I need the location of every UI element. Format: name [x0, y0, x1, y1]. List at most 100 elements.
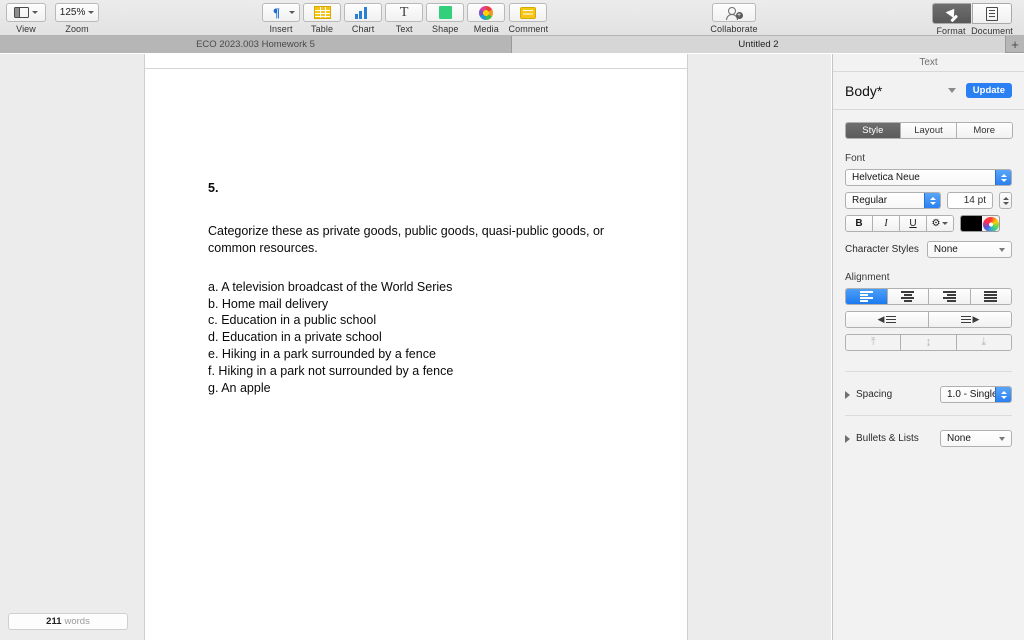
- font-family-value: Helvetica Neue: [852, 172, 920, 183]
- pilcrow-icon: ¶: [272, 5, 281, 20]
- paragraph-style-name[interactable]: Body*: [845, 83, 948, 99]
- document-page-icon: [973, 4, 1011, 23]
- media-label: Media: [473, 24, 499, 34]
- insert-button[interactable]: ¶ Insert: [262, 0, 300, 34]
- collaborate-label: Collaborate: [710, 24, 758, 34]
- font-section: Font Helvetica Neue Regular 14 pt B I U …: [833, 153, 1024, 258]
- list-item: f. Hiking in a park not surrounded by a …: [208, 364, 454, 378]
- tab-layout[interactable]: Layout: [900, 123, 956, 138]
- chevron-down-icon[interactable]: [947, 88, 956, 93]
- color-wheel-icon[interactable]: [982, 216, 999, 231]
- document-tab-bar: ECO 2023.003 Homework 5 Untitled 2 +: [0, 36, 1024, 53]
- chevron-down-icon: [32, 11, 38, 14]
- comment-label: Comment: [508, 24, 549, 34]
- update-style-button[interactable]: Update: [965, 83, 1012, 98]
- spacing-value: 1.0 - Single: [947, 389, 998, 400]
- chevron-down-icon: [999, 436, 1005, 441]
- question-number: 5.: [208, 181, 219, 195]
- tab-eco-homework[interactable]: ECO 2023.003 Homework 5: [0, 36, 512, 53]
- tab-label: ECO 2023.003 Homework 5: [196, 39, 315, 50]
- vertical-alignment-buttons: ⤒ ↨ ⤓: [845, 334, 1012, 351]
- document-button[interactable]: Document: [970, 0, 1014, 36]
- list-item: g. An apple: [208, 380, 271, 395]
- text-label: Text: [395, 24, 413, 34]
- list-item: d. Education in a private school: [208, 330, 382, 345]
- decrease-indent-icon: ◀: [878, 315, 897, 324]
- chevron-down-icon: [942, 222, 949, 225]
- tab-more[interactable]: More: [955, 123, 1012, 138]
- stepper-icon[interactable]: [924, 193, 940, 208]
- zoom-button[interactable]: 125% Zoom: [55, 0, 100, 34]
- font-weight-select[interactable]: Regular: [845, 192, 941, 209]
- text-color-button[interactable]: [960, 215, 1000, 232]
- collaborate-button[interactable]: + Collaborate: [705, 0, 763, 34]
- character-styles-select[interactable]: None: [926, 241, 1012, 258]
- divider: [845, 415, 1012, 416]
- format-button[interactable]: Format: [932, 0, 971, 36]
- italic-button[interactable]: I: [872, 216, 899, 231]
- document-page[interactable]: 5. Categorize these as private goods, pu…: [144, 54, 688, 640]
- alignment-section: Alignment ◀ ▶ ⤒ ↨ ⤓: [833, 272, 1024, 351]
- chart-label: Chart: [351, 24, 375, 34]
- text-button[interactable]: T Text: [385, 0, 424, 34]
- question-prompt: Categorize these as private goods, publi…: [208, 223, 605, 255]
- format-inspector-panel: Text Body* Update Style Layout More Font…: [832, 54, 1024, 640]
- font-size-field[interactable]: 14 pt: [947, 192, 993, 209]
- question-options: a. A television broadcast of the World S…: [208, 279, 628, 397]
- color-fill: [961, 216, 982, 231]
- underline-button[interactable]: U: [899, 216, 926, 231]
- align-top-icon: ⤒: [870, 336, 876, 348]
- view-button[interactable]: View: [6, 0, 46, 34]
- font-size-stepper[interactable]: [999, 192, 1012, 209]
- top-margin-guide: [145, 68, 687, 69]
- character-styles-value: None: [933, 244, 958, 255]
- stepper-icon[interactable]: [995, 387, 1011, 402]
- word-count-value: 211: [46, 616, 62, 627]
- word-count-badge[interactable]: 211 words: [8, 613, 128, 630]
- spacing-label: Spacing: [856, 389, 893, 400]
- align-center-button[interactable]: [886, 289, 928, 304]
- media-button[interactable]: Media: [467, 0, 506, 34]
- gear-icon: ⚙: [931, 218, 941, 229]
- shape-button[interactable]: Shape: [426, 0, 465, 34]
- align-bottom-button: ⤓: [955, 335, 1011, 350]
- word-count-label: words: [64, 616, 90, 627]
- tab-style[interactable]: Style: [845, 123, 901, 138]
- tab-untitled-2[interactable]: Untitled 2: [512, 36, 1006, 53]
- spacing-select[interactable]: 1.0 - Single: [940, 386, 1012, 403]
- increase-indent-button[interactable]: ▶: [928, 312, 1011, 327]
- disclosure-triangle-icon[interactable]: [845, 434, 850, 443]
- list-item: c. Education in a public school: [208, 313, 377, 328]
- table-button[interactable]: Table: [303, 0, 342, 34]
- bar-chart-icon: [349, 5, 377, 20]
- document-text-body[interactable]: 5. Categorize these as private goods, pu…: [208, 180, 628, 397]
- bullets-select[interactable]: None: [940, 430, 1012, 447]
- align-justify-button[interactable]: [969, 289, 1011, 304]
- disclosure-triangle-icon[interactable]: [845, 390, 850, 399]
- document-canvas[interactable]: 5. Categorize these as private goods, pu…: [0, 54, 831, 640]
- table-label: Table: [311, 24, 334, 34]
- paragraph-style-row: Body* Update: [833, 72, 1024, 110]
- align-center-icon: [901, 291, 915, 302]
- font-options-button[interactable]: ⚙: [926, 216, 953, 231]
- bullets-label: Bullets & Lists: [856, 433, 919, 444]
- pages-window: View 125% Zoom ¶ Insert Table Chart T Te…: [0, 0, 1024, 640]
- chart-button[interactable]: Chart: [344, 0, 383, 34]
- tab-label: Untitled 2: [738, 39, 779, 50]
- alignment-section-label: Alignment: [845, 272, 890, 283]
- decrease-indent-button[interactable]: ◀: [846, 312, 928, 327]
- plus-icon: +: [1011, 36, 1019, 52]
- align-left-button[interactable]: [846, 289, 887, 304]
- tab-label: Layout: [914, 125, 943, 136]
- comment-button[interactable]: Comment: [508, 0, 548, 34]
- stepper-icon[interactable]: [995, 170, 1011, 185]
- new-tab-button[interactable]: +: [1006, 36, 1024, 52]
- align-right-button[interactable]: [928, 289, 970, 304]
- shape-label: Shape: [431, 24, 459, 34]
- bold-button[interactable]: B: [846, 216, 872, 231]
- font-style-row: B I U ⚙: [845, 215, 1012, 232]
- chevron-down-icon: [999, 247, 1005, 252]
- font-family-select[interactable]: Helvetica Neue: [845, 169, 1012, 186]
- bullets-row: Bullets & Lists None: [845, 430, 1012, 447]
- chevron-down-icon: [88, 11, 95, 14]
